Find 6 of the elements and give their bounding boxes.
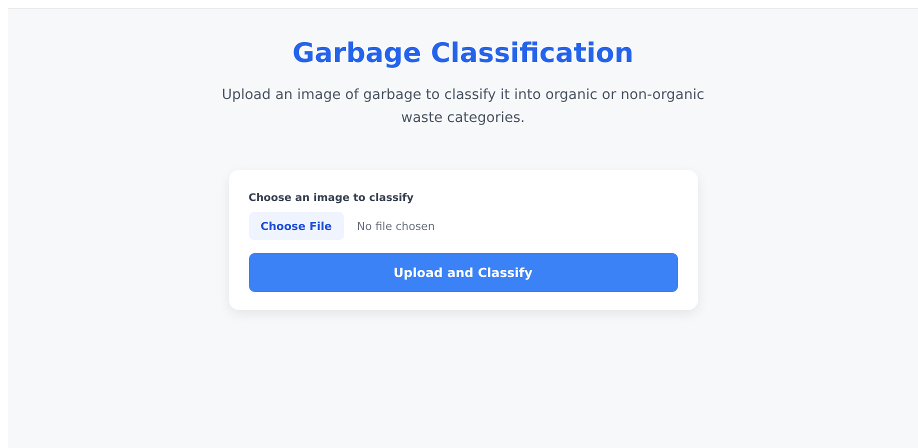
page-title: Garbage Classification <box>292 37 634 71</box>
file-status: No file chosen <box>356 220 435 232</box>
field-label: Choose an image to classify <box>248 191 415 205</box>
choose-file-button[interactable]: Choose File <box>248 212 344 240</box>
upload-button[interactable]: Upload and Classify <box>248 253 678 292</box>
page-description: Upload an image of garbage to classify it into organic or non-organic waste categories. <box>220 86 706 128</box>
